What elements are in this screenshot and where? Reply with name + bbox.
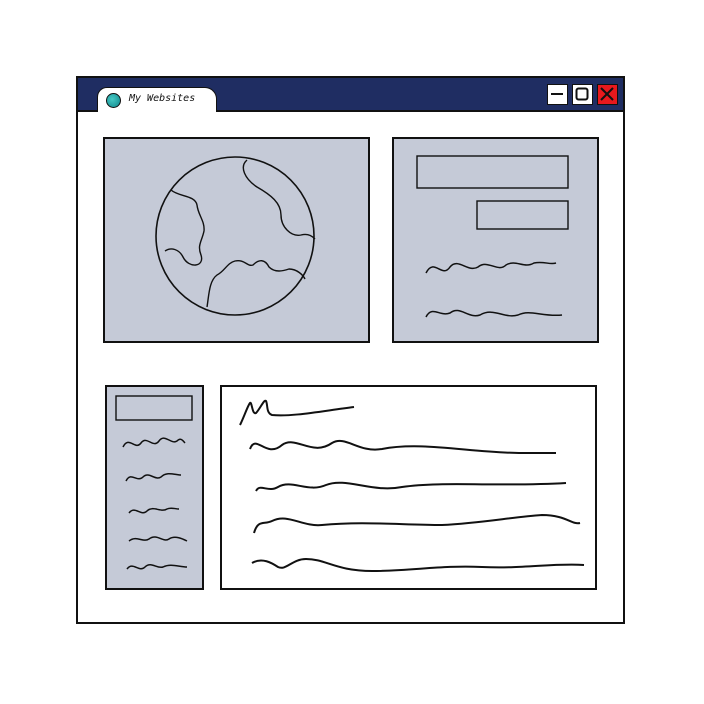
minimize-icon	[551, 93, 563, 95]
sidebar-heading-box	[115, 395, 193, 421]
article-title-scribble	[239, 399, 355, 426]
globe-icon	[155, 156, 316, 316]
article-panel	[220, 385, 597, 590]
sidebar-link-line	[125, 472, 182, 482]
title-bar[interactable]: My Websites	[78, 78, 623, 112]
tab-my-websites[interactable]: My Websites	[97, 87, 217, 112]
close-button[interactable]	[597, 84, 618, 105]
info-panel	[392, 137, 599, 343]
minimize-button[interactable]	[547, 84, 568, 105]
submit-button	[476, 200, 569, 230]
close-icon	[600, 87, 614, 101]
article-text-line	[251, 557, 585, 573]
tab-title: My Websites	[129, 93, 196, 104]
sidebar-link-line	[128, 507, 180, 514]
maximize-button[interactable]	[572, 84, 593, 105]
hero-image-panel[interactable]	[103, 137, 370, 343]
info-panel-content	[416, 155, 569, 318]
sidebar-link-line	[122, 437, 186, 448]
text-placeholder-line	[425, 309, 563, 318]
article-text-line	[255, 481, 567, 492]
sidebar-panel	[105, 385, 204, 590]
sidebar-link-line	[128, 536, 188, 542]
globe-icon	[106, 93, 121, 108]
text-field	[416, 155, 569, 189]
article-text-line	[253, 513, 581, 534]
text-placeholder-line	[425, 261, 557, 274]
sidebar-link-line	[126, 564, 188, 570]
maximize-icon	[575, 87, 589, 101]
browser-window: My Websites	[76, 76, 625, 624]
sidebar-content	[115, 395, 193, 570]
article-text-line	[249, 440, 556, 454]
article-content	[239, 399, 585, 573]
